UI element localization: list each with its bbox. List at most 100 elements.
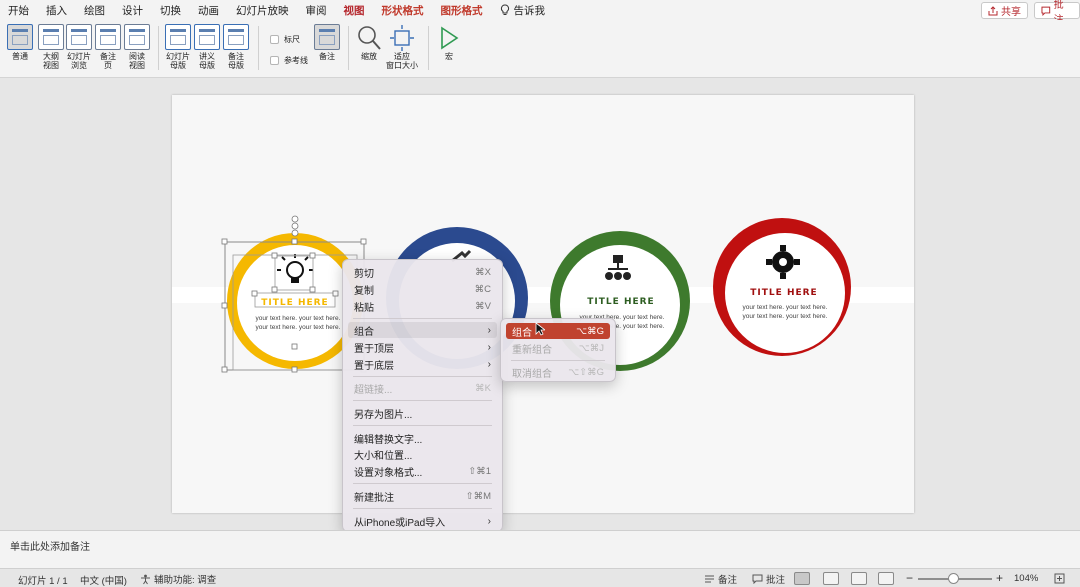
normal-view-label: 普通 bbox=[12, 52, 28, 61]
reading-view-status-button[interactable] bbox=[851, 572, 867, 585]
zoom-slider-thumb[interactable] bbox=[948, 573, 959, 584]
normal-view-status-button[interactable] bbox=[794, 572, 810, 585]
normal-view-icon bbox=[7, 24, 33, 50]
copy-label: 复制 bbox=[354, 285, 374, 297]
submenu-item-regroup[interactable]: 重新组合 ⌥⌘J bbox=[506, 340, 610, 356]
zoom-out-icon[interactable]: − bbox=[906, 571, 913, 585]
ribbon-tab-bar: 开始 插入 绘图 设计 切换 动画 幻灯片放映 审阅 视图 形状格式 图形格式 … bbox=[0, 0, 1080, 20]
reading-view-label-1: 阅读 bbox=[129, 52, 145, 61]
tab-draw[interactable]: 绘图 bbox=[84, 3, 105, 18]
menu-item-hyperlink[interactable]: 超链接... ⌘K bbox=[348, 380, 497, 396]
menu-item-send-to-back[interactable]: 置于底层 › bbox=[348, 356, 497, 372]
accessibility-label: 辅助功能: 调查 bbox=[154, 575, 217, 586]
notes-toggle-button[interactable]: 备注 bbox=[313, 24, 341, 61]
share-button[interactable]: 共享 bbox=[981, 2, 1028, 19]
comment-icon bbox=[752, 574, 763, 584]
outline-view-button[interactable]: 大纲 视图 bbox=[37, 24, 65, 70]
new-comment-shortcut: ⇧⌘M bbox=[465, 490, 491, 502]
zoom-level[interactable]: 104% bbox=[1014, 573, 1038, 584]
submenu-ungroup-label: 取消组合 bbox=[512, 368, 552, 380]
zoom-button[interactable]: 缩放 bbox=[355, 24, 383, 61]
notes-icon bbox=[314, 24, 340, 50]
card3-title[interactable]: TITLE HERE bbox=[581, 297, 661, 307]
submenu-item-group[interactable]: 组合 ⌥⌘G bbox=[506, 323, 610, 339]
tab-view[interactable]: 视图 bbox=[344, 3, 365, 18]
notes-master-button[interactable]: 备注 母版 bbox=[222, 24, 250, 70]
slide-counter: 幻灯片 1 / 1 bbox=[18, 576, 68, 587]
menu-item-format-object[interactable]: 设置对象格式... ⇧⌘1 bbox=[348, 463, 497, 479]
fit-slide-icon[interactable] bbox=[1054, 573, 1065, 584]
submenu-ungroup-shortcut: ⌥⇧⌘G bbox=[568, 366, 604, 378]
reading-view-icon bbox=[124, 24, 150, 50]
normal-view-button[interactable]: 普通 bbox=[6, 24, 34, 61]
slide-sorter-button[interactable]: 幻灯片 浏览 bbox=[65, 24, 93, 70]
menu-item-bring-to-front[interactable]: 置于顶层 › bbox=[348, 339, 497, 355]
menu-item-paste[interactable]: 粘贴 ⌘V bbox=[348, 298, 497, 314]
tab-transitions[interactable]: 切换 bbox=[160, 3, 181, 18]
fit-window-label-1: 适应 bbox=[394, 52, 410, 61]
comments-status-button[interactable]: 批注 bbox=[752, 572, 785, 586]
tab-home[interactable]: 开始 bbox=[8, 3, 29, 18]
menu-separator bbox=[353, 400, 492, 401]
language-indicator[interactable]: 中文 (中国) bbox=[80, 573, 127, 587]
zoom-label: 缩放 bbox=[361, 52, 377, 61]
tab-slideshow[interactable]: 幻灯片放映 bbox=[236, 3, 289, 18]
ruler-checkbox[interactable]: 标尺 bbox=[270, 34, 300, 45]
slide-master-icon bbox=[165, 24, 191, 50]
slide-sorter-icon bbox=[66, 24, 92, 50]
group-submenu: 组合 ⌥⌘G 重新组合 ⌥⌘J 取消组合 ⌥⇧⌘G bbox=[500, 318, 616, 382]
card1-body[interactable]: your text here. your text here. your tex… bbox=[252, 314, 344, 332]
menu-item-copy[interactable]: 复制 ⌘C bbox=[348, 281, 497, 297]
menu-item-save-as-picture[interactable]: 另存为图片... bbox=[348, 405, 497, 421]
rotate-handles[interactable] bbox=[291, 215, 299, 237]
slide-master-button[interactable]: 幻灯片 母版 bbox=[164, 24, 192, 70]
slide-sorter-status-button[interactable] bbox=[823, 572, 839, 585]
notes-master-label-2: 母版 bbox=[228, 61, 244, 70]
tab-animations[interactable]: 动画 bbox=[198, 3, 219, 18]
menu-item-group[interactable]: 组合 › bbox=[348, 322, 497, 338]
tell-me[interactable]: 告诉我 bbox=[500, 3, 545, 18]
card1-title[interactable]: TITLE HERE bbox=[260, 298, 330, 308]
slide-canvas[interactable]: TITLE HERE your text here. your text her… bbox=[172, 95, 914, 513]
menu-item-cut[interactable]: 剪切 ⌘X bbox=[348, 264, 497, 280]
accessibility-checker[interactable]: 辅助功能: 调查 bbox=[140, 572, 216, 586]
notes-pane[interactable]: 单击此处添加备注 bbox=[0, 530, 1080, 568]
group-label: 组合 bbox=[354, 326, 374, 338]
submenu-item-ungroup[interactable]: 取消组合 ⌥⇧⌘G bbox=[506, 364, 610, 380]
handout-master-label-1: 讲义 bbox=[199, 52, 215, 61]
outline-view-label-2: 视图 bbox=[43, 61, 59, 70]
reading-view-button[interactable]: 阅读 视图 bbox=[123, 24, 151, 70]
menu-item-import-from-iphone[interactable]: 从iPhone或iPad导入 › bbox=[348, 513, 497, 529]
notes-status-button[interactable]: 备注 bbox=[704, 572, 737, 586]
accessibility-icon bbox=[141, 574, 150, 584]
menu-item-edit-alt-text[interactable]: 编辑替换文字... bbox=[348, 430, 497, 446]
fit-to-window-button[interactable]: 适应 窗口大小 bbox=[386, 24, 418, 70]
guides-checkbox[interactable]: 参考线 bbox=[270, 55, 308, 66]
comments-status-label: 批注 bbox=[766, 575, 786, 586]
comments-button[interactable]: 批注 bbox=[1034, 0, 1080, 26]
share-icon bbox=[988, 5, 998, 15]
tab-graphic-format[interactable]: 图形格式 bbox=[441, 3, 483, 18]
ribbon-separator bbox=[428, 26, 429, 70]
zoom-in-icon[interactable]: + bbox=[996, 571, 1003, 585]
tab-review[interactable]: 审阅 bbox=[306, 3, 327, 18]
notes-page-button[interactable]: 备注 页 bbox=[94, 24, 122, 70]
card4-title[interactable]: TITLE HERE bbox=[744, 288, 824, 298]
tab-shape-format[interactable]: 形状格式 bbox=[382, 3, 424, 18]
import-iphone-label: 从iPhone或iPad导入 bbox=[354, 517, 446, 529]
menu-separator bbox=[353, 483, 492, 484]
tab-insert[interactable]: 插入 bbox=[46, 3, 67, 18]
menu-item-size-position[interactable]: 大小和位置... bbox=[348, 446, 497, 462]
tab-design[interactable]: 设计 bbox=[122, 3, 143, 18]
format-object-label: 设置对象格式... bbox=[354, 467, 423, 479]
ribbon-separator bbox=[258, 26, 259, 70]
ruler-label: 标尺 bbox=[284, 35, 300, 44]
slideshow-status-button[interactable] bbox=[878, 572, 894, 585]
card4-body[interactable]: your text here. your text here. your tex… bbox=[738, 303, 832, 321]
slide-sorter-label-2: 浏览 bbox=[71, 61, 87, 70]
notes-lines-icon bbox=[705, 575, 714, 583]
menu-item-new-comment[interactable]: 新建批注 ⇧⌘M bbox=[348, 488, 497, 504]
macros-button[interactable]: 宏 bbox=[436, 24, 462, 61]
lightbulb-icon bbox=[500, 4, 509, 15]
handout-master-button[interactable]: 讲义 母版 bbox=[193, 24, 221, 70]
